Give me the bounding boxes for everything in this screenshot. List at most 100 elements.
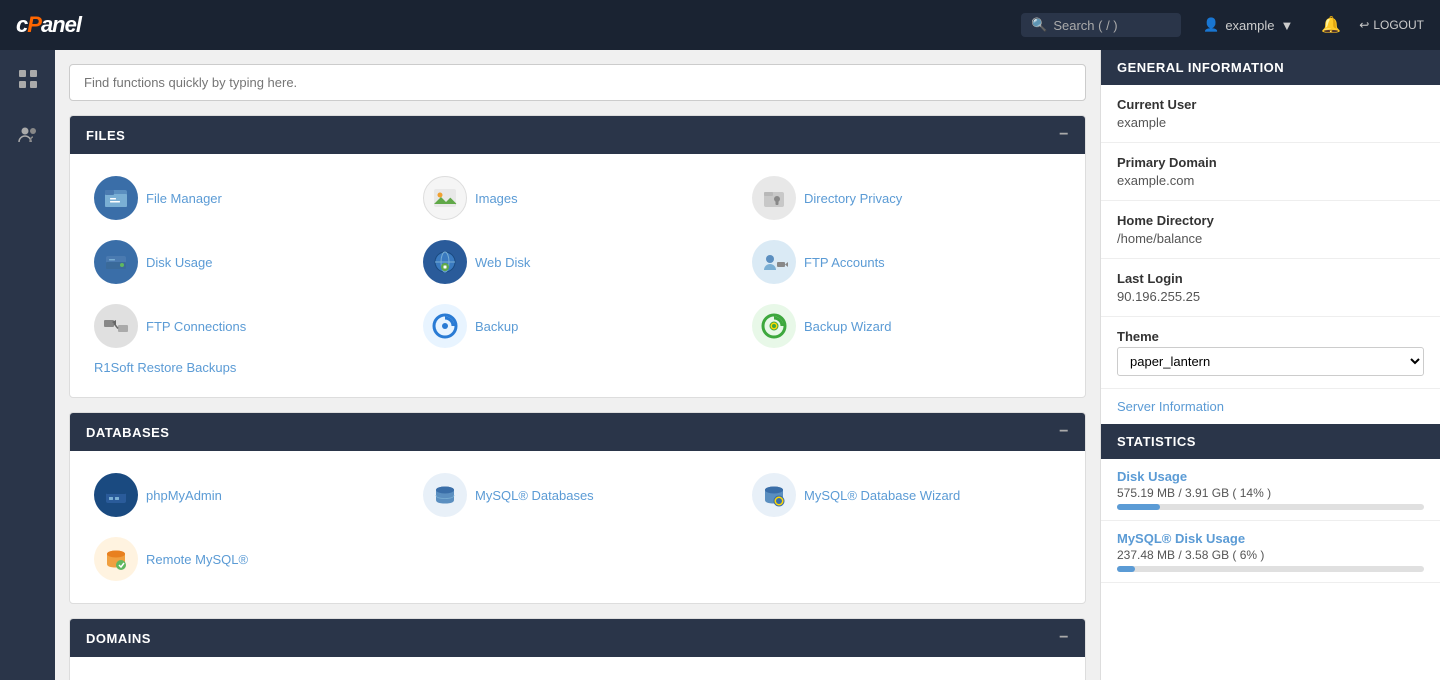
logout-label: LOGOUT: [1373, 18, 1424, 32]
ftp-connections-icon: [94, 304, 138, 348]
domains-section-title: DOMAINS: [86, 631, 151, 646]
domains-section-header: DOMAINS −: [70, 619, 1085, 657]
disk-usage-item[interactable]: Disk Usage: [86, 234, 411, 290]
backup-item[interactable]: Backup: [415, 298, 740, 354]
cpanel-logo: cPanel: [16, 12, 81, 38]
web-disk-item[interactable]: Web Disk: [415, 234, 740, 290]
statistics-title: STATISTICS: [1117, 434, 1196, 449]
logout-button[interactable]: ↩ LOGOUT: [1359, 18, 1424, 32]
domains-section-body: [70, 657, 1085, 680]
mysql-databases-icon: [423, 473, 467, 517]
backup-icon: [423, 304, 467, 348]
topnav: cPanel 🔍 Search ( / ) 👤 example ▼ 🔔 ↩ LO…: [0, 0, 1440, 50]
server-information-link[interactable]: Server Information: [1101, 389, 1440, 424]
user-icon: 👤: [1203, 17, 1219, 33]
web-disk-icon: [423, 240, 467, 284]
databases-section-body: phpMyAdmin MySQL® Databases: [70, 451, 1085, 603]
theme-block: Theme paper_lantern: [1101, 317, 1440, 389]
mysql-disk-usage-stat-link[interactable]: MySQL® Disk Usage: [1117, 531, 1245, 546]
ftp-accounts-icon: [752, 240, 796, 284]
mysql-disk-usage-bar-fill: [1117, 566, 1135, 572]
files-items-grid: File Manager Images: [86, 170, 1069, 354]
backup-wizard-item[interactable]: Backup Wizard: [744, 298, 1069, 354]
images-icon: [423, 176, 467, 220]
statistics-header: STATISTICS: [1101, 424, 1440, 459]
disk-usage-bar-bg: [1117, 504, 1424, 510]
mysql-wizard-icon: [752, 473, 796, 517]
home-directory-value: /home/balance: [1117, 231, 1424, 246]
last-login-label: Last Login: [1117, 271, 1424, 286]
last-login-value: 90.196.255.25: [1117, 289, 1424, 304]
mysql-disk-usage-stat-values: 237.48 MB / 3.58 GB ( 6% ): [1117, 548, 1424, 562]
mysql-databases-item[interactable]: MySQL® Databases: [415, 467, 740, 523]
ftp-connections-link[interactable]: FTP Connections: [146, 319, 246, 334]
file-manager-link[interactable]: File Manager: [146, 191, 222, 206]
notifications-bell[interactable]: 🔔: [1315, 15, 1347, 35]
mysql-disk-usage-bar-bg: [1117, 566, 1424, 572]
function-search-input[interactable]: [69, 64, 1086, 101]
primary-domain-block: Primary Domain example.com: [1101, 143, 1440, 201]
chevron-down-icon: ▼: [1280, 18, 1293, 33]
disk-usage-stat: Disk Usage 575.19 MB / 3.91 GB ( 14% ): [1101, 459, 1440, 521]
images-item[interactable]: Images: [415, 170, 740, 226]
mysql-databases-link[interactable]: MySQL® Databases: [475, 488, 594, 503]
phpmyadmin-item[interactable]: phpMyAdmin: [86, 467, 411, 523]
mysql-wizard-link[interactable]: MySQL® Database Wizard: [804, 488, 960, 503]
ftp-connections-item[interactable]: FTP Connections: [86, 298, 411, 354]
domains-section-collapse[interactable]: −: [1059, 629, 1069, 647]
main-content-area: FILES −: [55, 50, 1100, 680]
ftp-accounts-link[interactable]: FTP Accounts: [804, 255, 885, 270]
general-info-title: GENERAL INFORMATION: [1117, 60, 1284, 75]
sidebar-grid-icon[interactable]: [11, 62, 45, 102]
disk-usage-link[interactable]: Disk Usage: [146, 255, 212, 270]
databases-section-collapse[interactable]: −: [1059, 423, 1069, 441]
web-disk-link[interactable]: Web Disk: [475, 255, 530, 270]
theme-label: Theme: [1117, 329, 1424, 344]
disk-usage-icon: [94, 240, 138, 284]
right-panel: GENERAL INFORMATION Current User example…: [1100, 50, 1440, 680]
phpmyadmin-icon: [94, 473, 138, 517]
mysql-disk-usage-stat: MySQL® Disk Usage 237.48 MB / 3.58 GB ( …: [1101, 521, 1440, 583]
files-section-collapse[interactable]: −: [1059, 126, 1069, 144]
mysql-wizard-item[interactable]: MySQL® Database Wizard: [744, 467, 1069, 523]
directory-privacy-item[interactable]: Directory Privacy: [744, 170, 1069, 226]
remote-mysql-item[interactable]: Remote MySQL®: [86, 531, 411, 587]
remote-mysql-link[interactable]: Remote MySQL®: [146, 552, 248, 567]
primary-domain-label: Primary Domain: [1117, 155, 1424, 170]
main-layout: FILES −: [0, 50, 1440, 680]
home-directory-label: Home Directory: [1117, 213, 1424, 228]
current-user-label: Current User: [1117, 97, 1424, 112]
databases-items-grid: phpMyAdmin MySQL® Databases: [86, 467, 1069, 587]
backup-wizard-link[interactable]: Backup Wizard: [804, 319, 891, 334]
username-label: example: [1225, 18, 1274, 33]
primary-domain-value: example.com: [1117, 173, 1424, 188]
databases-section-header: DATABASES −: [70, 413, 1085, 451]
sidebar: [0, 50, 55, 680]
directory-privacy-link[interactable]: Directory Privacy: [804, 191, 902, 206]
r1soft-link[interactable]: R1Soft Restore Backups: [94, 360, 236, 375]
search-icon: 🔍: [1031, 17, 1047, 33]
disk-usage-bar-fill: [1117, 504, 1160, 510]
databases-section: DATABASES −: [69, 412, 1086, 604]
domains-section: DOMAINS −: [69, 618, 1086, 680]
files-section-title: FILES: [86, 128, 125, 143]
global-search[interactable]: 🔍 Search ( / ): [1021, 13, 1181, 37]
files-section: FILES −: [69, 115, 1086, 398]
disk-usage-stat-link[interactable]: Disk Usage: [1117, 469, 1187, 484]
r1soft-item[interactable]: R1Soft Restore Backups: [86, 354, 1069, 381]
user-menu[interactable]: 👤 example ▼: [1193, 17, 1303, 33]
images-link[interactable]: Images: [475, 191, 518, 206]
backup-link[interactable]: Backup: [475, 319, 518, 334]
current-user-value: example: [1117, 115, 1424, 130]
logout-icon: ↩: [1359, 18, 1369, 32]
search-placeholder: Search ( / ): [1053, 18, 1117, 33]
theme-select[interactable]: paper_lantern: [1117, 347, 1424, 376]
ftp-accounts-item[interactable]: FTP Accounts: [744, 234, 1069, 290]
remote-mysql-icon: [94, 537, 138, 581]
sidebar-users-icon[interactable]: [11, 118, 45, 158]
file-manager-item[interactable]: File Manager: [86, 170, 411, 226]
files-section-body: File Manager Images: [70, 154, 1085, 397]
phpmyadmin-link[interactable]: phpMyAdmin: [146, 488, 222, 503]
general-info-header: GENERAL INFORMATION: [1101, 50, 1440, 85]
directory-privacy-icon: [752, 176, 796, 220]
